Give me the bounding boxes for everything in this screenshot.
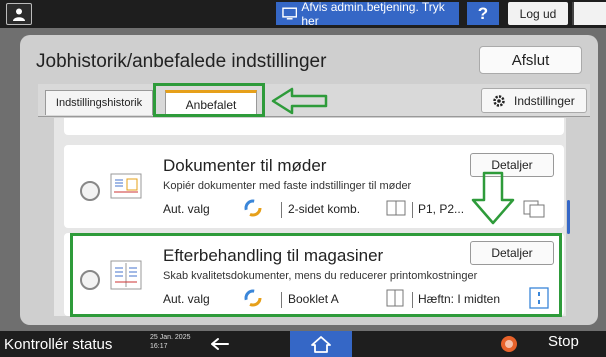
settings-button[interactable]: Indstillinger [481,88,587,113]
close-button[interactable]: Afslut [479,46,582,74]
item-highlight-box [70,233,562,317]
stop-label[interactable]: Stop [548,333,579,350]
separator [412,202,413,218]
tab-highlight-box [153,83,265,117]
gear-icon [493,94,505,107]
help-button[interactable]: ? [467,2,499,25]
date-text: 25 Jan. 2025 [150,334,191,341]
tab-history[interactable]: Indstillingshistorik [45,90,153,115]
item-color-mode: Aut. valg [163,202,210,216]
home-icon [311,336,331,353]
stop-button[interactable] [498,333,520,355]
item-option-duplex: 2-sidet komb. [288,202,361,216]
list-scrollbar[interactable] [567,200,570,234]
back-button[interactable] [200,331,240,357]
auto-color-icon [244,199,262,217]
annotation-arrow-icon [471,171,515,225]
check-status-button[interactable]: Kontrollér status [0,331,140,357]
admin-operation-button[interactable]: Afvis admin.betjening. Tryk her [276,0,459,28]
topbar-edge-button[interactable] [572,2,606,25]
dialog-title: Jobhistorik/anbefalede indstillinger [36,51,327,72]
document-thumbnail-icon [110,173,142,199]
item-option-pages: P1, P2... [418,202,465,216]
separator [281,202,282,218]
stop-icon [501,336,517,352]
page-layout-icon [523,200,545,218]
admin-monitor-icon [282,7,298,20]
settings-label: Indstillinger [514,93,575,108]
date-time-display: 25 Jan. 2025 16:17 [150,333,190,351]
back-arrow-icon [211,338,229,350]
item-description: Kopiér dokumenter med faste indstillinge… [163,180,412,192]
home-button[interactable] [290,331,352,357]
user-icon [13,8,25,21]
item-title: Dokumenter til møder [163,156,327,175]
user-button[interactable] [6,3,32,25]
logout-button[interactable]: Log ud [508,2,568,25]
annotation-arrow-icon [271,87,328,115]
time-text: 16:17 [150,343,168,350]
admin-operation-label: Afvis admin.betjening. Tryk her [301,0,445,28]
duplex-icon [386,200,406,216]
list-item-partial [64,118,564,135]
item-select-radio[interactable] [80,181,100,201]
